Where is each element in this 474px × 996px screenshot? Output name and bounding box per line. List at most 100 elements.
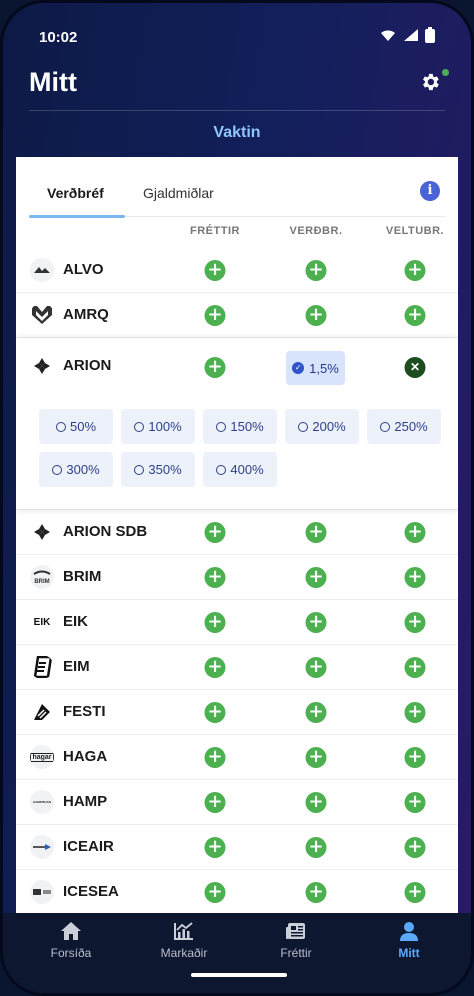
eik-logo: EIK: [30, 610, 54, 634]
add-frettir-button[interactable]: +: [204, 521, 226, 543]
tab-gjaldmidlar[interactable]: Gjaldmiðlar: [143, 185, 214, 201]
stock-row-festi[interactable]: FESTI + + +: [16, 690, 458, 735]
stock-row-brim[interactable]: BRIM BRIM + + +: [16, 555, 458, 600]
add-verdbr-button[interactable]: +: [305, 656, 327, 678]
add-verdbr-button[interactable]: +: [305, 611, 327, 633]
add-verdbr-button[interactable]: +: [305, 701, 327, 723]
add-frettir-button[interactable]: +: [204, 356, 226, 378]
ticker-label: EIK: [63, 613, 89, 630]
option-label: 100%: [148, 419, 182, 434]
threshold-option[interactable]: 100%: [121, 409, 195, 444]
iceair-logo: [30, 835, 54, 859]
nav-label: Mitt: [398, 946, 420, 960]
ticker-label: BRIM: [63, 568, 102, 585]
add-verdbr-button[interactable]: +: [305, 836, 327, 858]
add-verdbr-button[interactable]: +: [305, 259, 327, 281]
nav-item-frettir[interactable]: Fréttir: [256, 921, 336, 960]
ticker-label: ARION SDB: [63, 523, 148, 540]
threshold-option[interactable]: 350%: [121, 452, 195, 487]
stock-row-haga[interactable]: hagar HAGA + + +: [16, 735, 458, 780]
add-frettir-button[interactable]: +: [204, 836, 226, 858]
add-verdbr-button[interactable]: +: [305, 566, 327, 588]
radio-icon: [216, 464, 227, 475]
option-label: 150%: [230, 419, 264, 434]
add-frettir-button[interactable]: +: [204, 304, 226, 326]
ticker-label: ICEAIR: [63, 838, 114, 855]
stock-row-eim[interactable]: EIM + + +: [16, 645, 458, 690]
threshold-option[interactable]: 400%: [203, 452, 277, 487]
amrq-logo: [30, 303, 54, 327]
verdbr-threshold-selected[interactable]: ✓ 1,5%: [286, 351, 345, 385]
newspaper-icon: [256, 921, 336, 943]
add-frettir-button[interactable]: +: [204, 701, 226, 723]
add-verdbr-button[interactable]: +: [305, 521, 327, 543]
add-frettir-button[interactable]: +: [204, 881, 226, 903]
tab-label: Gjaldmiðlar: [143, 185, 214, 201]
nav-item-markadir[interactable]: Markaðir: [144, 921, 224, 960]
threshold-option[interactable]: 50%: [39, 409, 113, 444]
signal-icon: [403, 28, 419, 42]
option-label: 300%: [66, 462, 100, 477]
ticker-label: ICESEA: [63, 883, 119, 900]
status-time: 10:02: [39, 29, 78, 46]
add-frettir-button[interactable]: +: [204, 791, 226, 813]
hamp-logo: HAMPIDJAN: [30, 790, 54, 814]
option-label: 250%: [394, 419, 428, 434]
stock-row-hamp[interactable]: HAMPIDJAN HAMP + + +: [16, 780, 458, 825]
add-veltubr-button[interactable]: +: [404, 746, 426, 768]
nav-label: Fréttir: [280, 946, 312, 960]
ticker-label: AMRQ: [63, 306, 109, 323]
add-verdbr-button[interactable]: +: [305, 881, 327, 903]
nav-item-forsida[interactable]: Forsíða: [31, 921, 111, 960]
add-veltubr-button[interactable]: +: [404, 881, 426, 903]
add-veltubr-button[interactable]: +: [404, 791, 426, 813]
threshold-option[interactable]: 300%: [39, 452, 113, 487]
add-veltubr-button[interactable]: +: [404, 701, 426, 723]
stock-row-eik[interactable]: EIK EIK + + +: [16, 600, 458, 645]
info-icon: i: [427, 183, 433, 198]
ticker-label: HAMP: [63, 793, 108, 810]
settings-button[interactable]: [419, 69, 449, 97]
tab-bar: Verðbréf Gjaldmiðlar: [29, 175, 445, 218]
tab-verdbref[interactable]: Verðbréf: [47, 185, 104, 201]
add-veltubr-button[interactable]: +: [404, 836, 426, 858]
add-frettir-button[interactable]: +: [204, 566, 226, 588]
add-veltubr-button[interactable]: +: [404, 566, 426, 588]
add-frettir-button[interactable]: +: [204, 656, 226, 678]
add-veltubr-button[interactable]: +: [404, 656, 426, 678]
add-verdbr-button[interactable]: +: [305, 791, 327, 813]
arion-logo: [30, 520, 54, 544]
add-veltubr-button[interactable]: +: [404, 611, 426, 633]
nav-item-mitt[interactable]: Mitt: [369, 921, 449, 960]
add-frettir-button[interactable]: +: [204, 259, 226, 281]
add-frettir-button[interactable]: +: [204, 611, 226, 633]
stock-row-iceair[interactable]: ICEAIR + + +: [16, 825, 458, 870]
threshold-option[interactable]: 200%: [285, 409, 359, 444]
notification-dot: [442, 69, 449, 76]
add-veltubr-button[interactable]: +: [404, 259, 426, 281]
info-button[interactable]: i: [420, 181, 440, 201]
threshold-option[interactable]: 250%: [367, 409, 441, 444]
threshold-option[interactable]: 150%: [203, 409, 277, 444]
section-title: Vaktin: [213, 124, 261, 141]
add-verdbr-button[interactable]: +: [305, 746, 327, 768]
stock-row-icesea[interactable]: ICESEA + + +: [16, 870, 458, 913]
tab-label: Verðbréf: [47, 185, 104, 201]
status-bar: 10:02: [3, 3, 471, 63]
stock-row-arion[interactable]: ARION + ✓ 1,5% ✕ 50% 100% 150% 200% 250%…: [16, 338, 458, 510]
home-indicator: [191, 973, 287, 977]
add-veltubr-button[interactable]: +: [404, 304, 426, 326]
add-veltubr-button[interactable]: +: [404, 521, 426, 543]
battery-icon: [425, 27, 435, 43]
stock-row-amrq[interactable]: AMRQ + + +: [16, 293, 458, 338]
nav-label: Forsíða: [50, 946, 92, 960]
chart-icon: [144, 921, 224, 943]
add-frettir-button[interactable]: +: [204, 746, 226, 768]
add-verdbr-button[interactable]: +: [305, 304, 327, 326]
phone-frame: 10:02 Mitt Vaktin Verðbréf Gjaldmiðlar i…: [0, 0, 474, 996]
stock-row-alvo[interactable]: ALVO + + +: [16, 248, 458, 293]
remove-veltubr-button[interactable]: ✕: [404, 357, 426, 378]
hamp-logo-text: HAMPIDJAN: [33, 800, 51, 804]
column-headers: FRÉTTIR VERÐBR. VELTUBR.: [16, 225, 458, 245]
stock-row-arion-sdb[interactable]: ARION SDB + + +: [16, 510, 458, 555]
